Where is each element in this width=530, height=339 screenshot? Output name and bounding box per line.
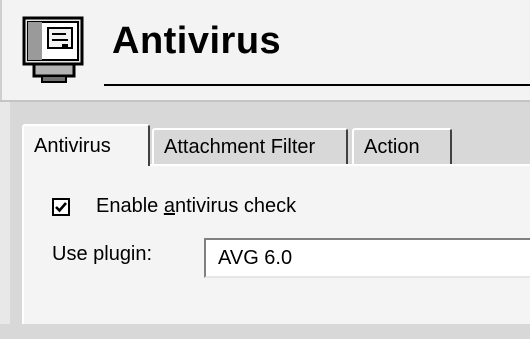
- panel-edge: [0, 102, 10, 339]
- tab-action[interactable]: Action: [352, 128, 452, 164]
- title-underline: [104, 84, 530, 86]
- antivirus-settings-window: Antivirus Antivirus Attachment Filter Ac…: [0, 0, 530, 339]
- enable-antivirus-label[interactable]: Enable antivirus check: [96, 195, 296, 218]
- tab-attachment-filter[interactable]: Attachment Filter: [152, 128, 348, 164]
- plugin-input[interactable]: AVG 6.0: [204, 238, 530, 278]
- panel-bottom: [0, 324, 530, 339]
- accelerator-key: a: [163, 195, 175, 217]
- use-plugin-label: Use plugin:: [52, 243, 153, 265]
- label-text-post: ntivirus check: [174, 195, 297, 217]
- enable-antivirus-checkbox[interactable]: [52, 198, 70, 216]
- server-window-icon: [18, 14, 88, 84]
- label-text-pre: Enable: [96, 195, 164, 217]
- plugin-value: AVG 6.0: [218, 247, 293, 269]
- tab-antivirus[interactable]: Antivirus: [22, 124, 150, 166]
- checkmark-icon: [55, 202, 67, 213]
- page-title: Antivirus: [112, 20, 282, 62]
